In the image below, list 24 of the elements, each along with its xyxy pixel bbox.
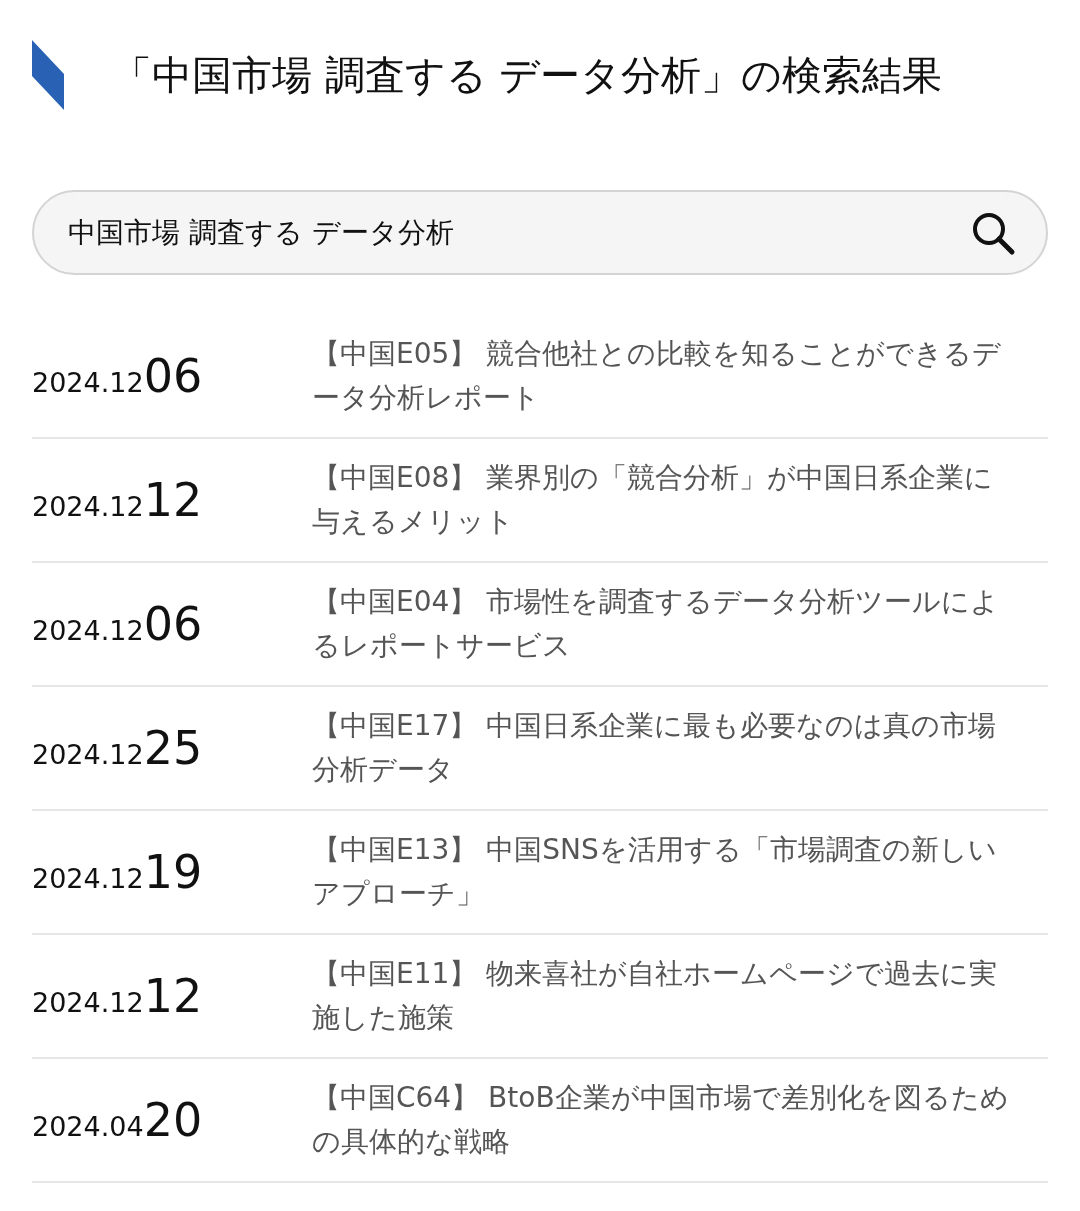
date-year-month: 2024.12	[32, 615, 144, 646]
logo-mark-icon	[32, 40, 64, 110]
date-year-month: 2024.12	[32, 491, 144, 522]
date-year-month: 2024.04	[32, 1111, 144, 1142]
result-link[interactable]: 【中国E17】 中国日系企業に最も必要なのは真の市場分析データ	[312, 704, 1048, 792]
date-day: 12	[143, 969, 203, 1023]
date-year-month: 2024.12	[32, 367, 144, 398]
date-day: 19	[143, 845, 203, 899]
result-link[interactable]: 【中国E05】 競合他社との比較を知ることができるデータ分析レポート	[312, 332, 1048, 420]
result-link[interactable]: 【中国E08】 業界別の「競合分析」が中国日系企業に与えるメリット	[312, 456, 1048, 544]
date-day: 25	[143, 721, 203, 775]
result-link[interactable]: 【中国E13】 中国SNSを活用する「市場調査の新しいアプローチ」	[312, 828, 1048, 916]
result-link[interactable]: 【中国E11】 物来喜社が自社ホームページで過去に実施した施策	[312, 952, 1048, 1040]
date-year-month: 2024.12	[32, 987, 144, 1018]
date-day: 12	[143, 473, 203, 527]
date-day: 06	[143, 349, 203, 403]
page-heading: 「中国市場 調査する データ分析」の検索結果	[112, 50, 943, 100]
date-day: 06	[143, 597, 203, 651]
result-link[interactable]: 【中国C64】 BtoB企業が中国市場で差別化を図るための具体的な戦略	[312, 1076, 1048, 1164]
date-year-month: 2024.12	[32, 739, 144, 770]
date-year-month: 2024.12	[32, 863, 144, 894]
search-field[interactable]: 中国市場 調査する データ分析	[32, 190, 1048, 275]
date-day: 20	[143, 1093, 203, 1147]
result-link[interactable]: 【中国E04】 市場性を調査するデータ分析ツールによるレポートサービス	[312, 580, 1048, 668]
